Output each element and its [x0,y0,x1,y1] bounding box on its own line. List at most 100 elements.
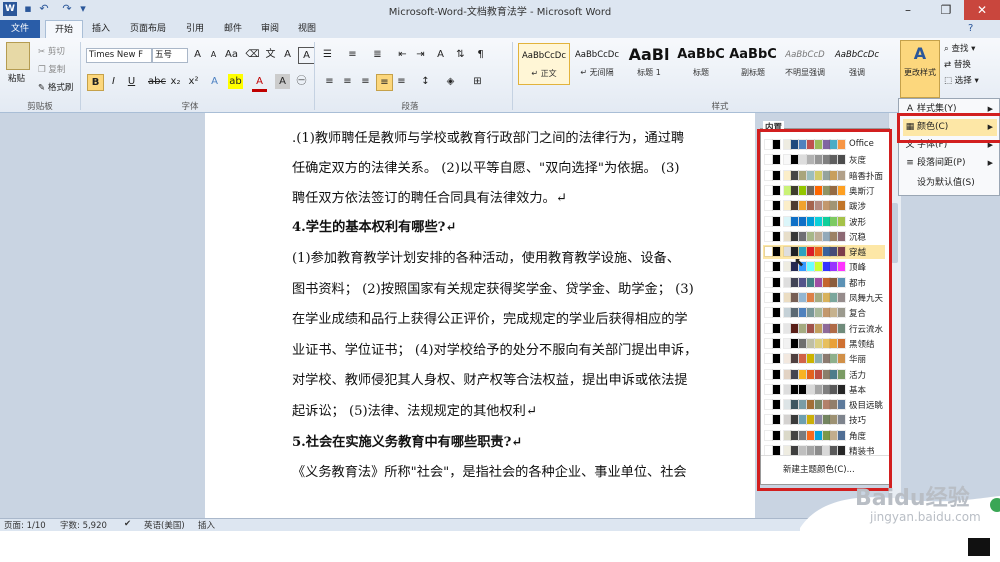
clipboard-icon [6,42,30,70]
group-divider [80,42,81,110]
styles-group-label: 样式 [711,102,729,112]
numbering-icon[interactable]: ≡ [345,47,360,62]
phonetic-guide-icon[interactable]: 文 [263,47,278,62]
tab-home[interactable]: 开始 [45,20,83,39]
tab-references[interactable]: 引用 [180,20,210,38]
minimize-button[interactable]: – [890,0,926,20]
grow-font-button[interactable]: A [190,47,205,62]
change-styles-icon: A [913,44,927,63]
document-line: 图书资料； (2)按照国家有关规定获得奖学金、贷学金、助学金； (3) [292,282,694,297]
style-heading-1[interactable]: AaBl 标题 1 [624,43,674,83]
underline-button[interactable]: U [124,74,139,89]
language[interactable]: 英语(美国) [144,519,185,531]
shading-icon[interactable]: ◈ [443,74,458,89]
copy-icon: ❐ [38,65,46,75]
document-heading: 5.社会在实施义务教育中有哪些职责?↵ [292,435,523,450]
highlight-frame [757,129,892,491]
multilevel-list-icon[interactable]: ≣ [370,47,385,62]
paste-button[interactable]: 粘贴 [8,72,25,84]
case-button[interactable]: Aa [224,47,239,62]
document-heading: 4.学生的基本权利有哪些?↵ [292,220,457,235]
justify-icon[interactable]: ≡ [376,74,393,91]
align-right-icon[interactable]: ≡ [358,74,373,89]
align-left-icon[interactable]: ≡ [322,74,337,89]
ribbon-tabs: 文件 开始 插入 页面布局 引用 邮件 审阅 视图 ? [0,20,1000,39]
style-subtitle[interactable]: AaBbC 副标题 [728,43,778,83]
enclose-icon[interactable]: ㊀ [294,74,309,89]
scrollbar-thumb[interactable] [891,203,898,263]
scissors-icon: ✂ [38,47,46,57]
highlight-icon[interactable]: ab [228,74,243,89]
word-count[interactable]: 字数: 5,920 [60,519,107,531]
replace-button[interactable]: ⇄ 替换 [944,58,971,70]
distributed-icon[interactable]: ≡ [394,74,409,89]
change-styles-button[interactable]: A 更改样式 [900,40,940,98]
ribbon: 粘贴 ✂ 剪切 ❐ 复制 ✎ 格式刷 剪贴板 Times New F 五号 A … [0,38,1000,113]
maximize-button[interactable]: ❐ [928,0,964,20]
style-no-spacing[interactable]: AaBbCcDc ↵ 无间隔 [572,43,622,83]
bullets-icon[interactable]: ☰ [320,47,335,62]
clipboard-group-label: 剪贴板 [27,102,53,112]
document-line: .(1)教师聘任是教师与学校或教育行政部门之间的法律行为，通过聘 [292,131,685,146]
shrink-font-button[interactable]: A [206,47,221,62]
align-center-icon[interactable]: ≡ [340,74,355,89]
paragraph-spacing-item[interactable]: ≡ 段落间距(P) ▶ [903,155,997,172]
text-effects-icon[interactable]: A [207,74,222,89]
tab-page-layout[interactable]: 页面布局 [123,20,173,38]
strikethrough-button[interactable]: abc [148,74,166,89]
format-painter-button[interactable]: ✎ 格式刷 [38,81,73,93]
tray-icon [968,538,990,556]
char-border-icon[interactable]: A [280,47,295,62]
help-icon[interactable]: ? [968,23,973,34]
style-normal[interactable]: AaBbCcDc ↵ 正文 [518,43,570,85]
select-button[interactable]: ⬚ 选择 ▾ [944,74,979,86]
bold-button[interactable]: B [87,74,104,91]
replace-icon: ⇄ [944,60,952,70]
tab-file[interactable]: 文件 [0,20,40,38]
decrease-indent-icon[interactable]: ⇤ [395,47,410,62]
line-spacing-icon[interactable]: ↕ [418,74,433,89]
show-marks-icon[interactable]: ¶ [473,47,488,62]
tab-view[interactable]: 视图 [292,20,322,38]
document-line: (1)参加教育教学计划安排的各种活动，使用教育教学设施、设备、 [292,251,680,266]
page-count[interactable]: 页面: 1/10 [4,519,46,531]
find-button[interactable]: ⌕ 查找 ▾ [944,42,975,54]
style-subtle-emphasis[interactable]: AaBbCcD 不明显强调 [780,43,830,83]
char-shading-icon[interactable]: A [275,74,290,89]
style-emphasis[interactable]: AaBbCcDc 强调 [832,43,882,83]
paragraph-group-label: 段落 [401,102,419,112]
find-icon: ⌕ [944,44,949,54]
font-name-input[interactable]: Times New F [86,48,152,63]
font-color-icon[interactable]: A [252,74,267,92]
proofing-icon[interactable]: ✔ [124,519,131,529]
tab-insert[interactable]: 插入 [86,20,116,38]
document-line: 起诉讼； (5)法律、法规规定的其他权利↵ [292,404,537,419]
sort-icon[interactable]: ⇅ [453,47,468,62]
insert-mode[interactable]: 插入 [198,519,215,531]
chinese-layout-icon[interactable]: A [433,47,448,62]
watermark: Baidu经验 jingyan.baidu.com [800,478,1000,562]
subscript-button[interactable]: x₂ [168,74,183,89]
group-divider [512,42,513,110]
increase-indent-icon[interactable]: ⇥ [413,47,428,62]
style-title[interactable]: AaBbC 标题 [676,43,726,83]
window-title: Microsoft-Word-文档教育法学 - Microsoft Word [388,7,612,18]
group-divider [314,42,315,110]
close-button[interactable]: ✕ [964,0,1000,20]
watermark-url: jingyan.baidu.com [870,510,981,524]
document-line: 对学校、教师侵犯其人身权、财产权等合法权益，提出申诉或依法提 [292,373,688,388]
italic-button[interactable]: I [106,74,121,89]
font-size-input[interactable]: 五号 [152,48,188,63]
tab-mailings[interactable]: 邮件 [218,20,248,38]
brush-icon: ✎ [38,83,46,93]
cut-button[interactable]: ✂ 剪切 [38,45,65,57]
set-default-item[interactable]: 设为默认值(S) [903,175,997,192]
copy-button[interactable]: ❐ 复制 [38,63,65,75]
borders-icon[interactable]: ⊞ [470,74,485,89]
spacing-icon: ≡ [906,158,914,168]
enclose-char-icon[interactable]: A [298,47,315,64]
document-line: 《义务教育法》所称"社会"，是指社会的各种企业、事业单位、社会 [292,465,687,480]
clear-format-icon[interactable]: ⌫ [245,47,260,62]
superscript-button[interactable]: x² [186,74,201,89]
tab-review[interactable]: 审阅 [255,20,285,38]
